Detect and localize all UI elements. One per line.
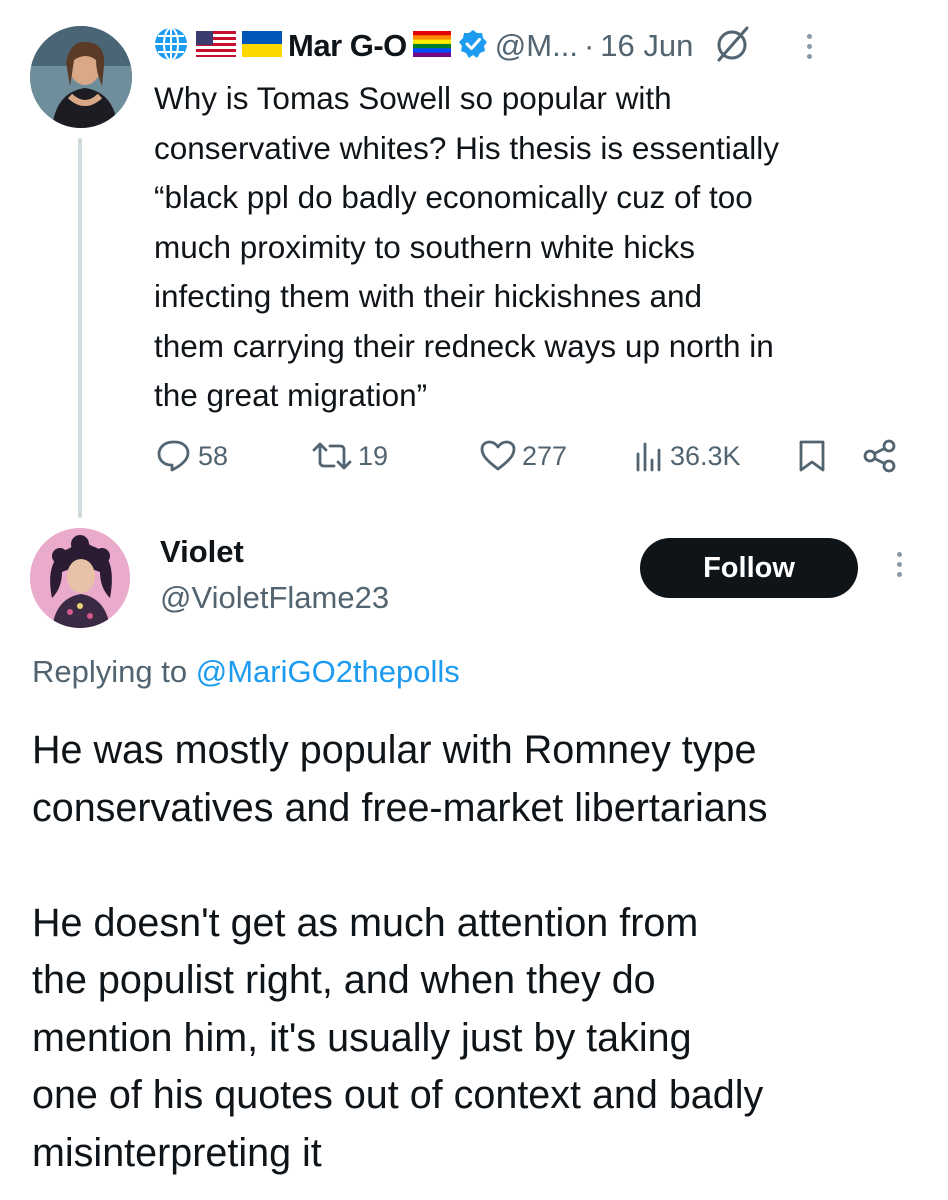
replying-prefix: Replying to bbox=[32, 654, 188, 689]
us-flag-icon bbox=[196, 30, 236, 62]
reply-tweet-text: He was mostly popular with Romney type c… bbox=[32, 728, 768, 1175]
reply-display-name[interactable]: Violet bbox=[160, 534, 244, 570]
separator-dot: · bbox=[583, 28, 595, 63]
reply-count: 58 bbox=[198, 440, 229, 471]
share-button[interactable] bbox=[862, 434, 898, 478]
more-icon[interactable] bbox=[799, 33, 819, 59]
more-icon[interactable] bbox=[889, 552, 909, 577]
tweet-date[interactable]: 16 Jun bbox=[600, 28, 693, 64]
verified-badge-icon[interactable] bbox=[457, 28, 489, 65]
bookmark-icon bbox=[798, 439, 826, 473]
parent-display-name[interactable]: Mar G-O bbox=[288, 28, 407, 64]
reply-button[interactable]: 58 bbox=[156, 434, 228, 478]
view-count: 36.3K bbox=[670, 440, 741, 471]
repost-button[interactable]: 19 bbox=[312, 434, 388, 478]
views-icon bbox=[634, 440, 664, 472]
parent-author-avatar[interactable] bbox=[30, 26, 132, 128]
replying-to-handle-link[interactable]: @MariGO2thepolls bbox=[196, 654, 460, 689]
reply-icon bbox=[156, 439, 192, 473]
follow-button[interactable]: Follow bbox=[640, 538, 858, 598]
repost-count: 19 bbox=[358, 440, 389, 471]
like-count: 277 bbox=[522, 440, 568, 471]
bookmark-button[interactable] bbox=[798, 434, 826, 478]
reply-handle[interactable]: @VioletFlame23 bbox=[160, 580, 389, 616]
avatar-image bbox=[30, 528, 130, 628]
grok-icon[interactable] bbox=[713, 24, 753, 69]
views-button[interactable]: 36.3K bbox=[634, 434, 741, 478]
rainbow-flag-icon bbox=[412, 30, 451, 62]
thread-connector-line bbox=[78, 138, 82, 518]
avatar-image bbox=[30, 26, 132, 128]
parent-tweet-header: Mar G-O @M... · 16 Jun bbox=[152, 24, 819, 68]
parent-tweet-text: Why is Tomas Sowell so popular with cons… bbox=[154, 80, 780, 413]
ukraine-flag-icon bbox=[242, 30, 282, 62]
globe-icon bbox=[152, 25, 190, 68]
reply-author-avatar[interactable] bbox=[30, 528, 130, 628]
tweet-action-bar: 58 19 277 36.3K bbox=[156, 434, 916, 478]
like-button[interactable]: 277 bbox=[480, 434, 567, 478]
parent-handle[interactable]: @M... bbox=[495, 28, 578, 64]
replying-to-line: Replying to @MariGO2thepolls bbox=[32, 654, 460, 690]
repost-icon bbox=[312, 440, 352, 472]
heart-icon bbox=[480, 440, 516, 472]
share-icon bbox=[862, 439, 898, 473]
